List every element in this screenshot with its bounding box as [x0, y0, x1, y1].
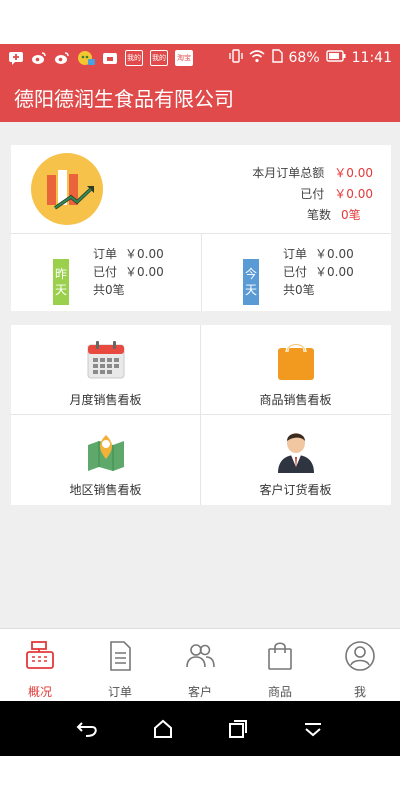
month-count-value: 0笔 — [341, 208, 361, 222]
message-plus-icon — [8, 51, 24, 65]
board-label: 月度销售看板 — [69, 393, 142, 407]
region-sales-board-button[interactable]: 地区销售看板 — [11, 415, 200, 504]
yesterday-paid-label: 已付 — [93, 265, 118, 279]
profile-icon — [343, 639, 377, 673]
notification-tag: 我的 — [150, 50, 168, 66]
wifi-icon — [248, 49, 265, 67]
today-order-label: 订单 — [283, 247, 308, 261]
people-icon — [183, 639, 217, 673]
recent-apps-icon[interactable] — [223, 714, 253, 744]
battery-percent: 68% — [288, 50, 320, 66]
cash-register-icon — [23, 639, 57, 673]
nav-products[interactable]: 商品 — [240, 629, 320, 701]
product-sales-board-button[interactable]: 商品销售看板 — [201, 325, 390, 414]
document-icon — [103, 639, 137, 673]
bag-icon — [263, 639, 297, 673]
status-bar: 我的 我的 淘宝 68% 11:41 — [0, 44, 400, 72]
nav-label: 我 — [353, 685, 366, 699]
sales-chart-logo-icon — [31, 153, 103, 225]
taobao-tag: 淘宝 — [175, 50, 193, 66]
nav-label: 订单 — [107, 685, 132, 699]
monthly-sales-board-button[interactable]: 月度销售看板 — [11, 325, 200, 414]
system-nav-bar — [0, 701, 400, 756]
today-summary[interactable]: 今天 订单 ￥0.00 已付 ￥0.00 共0笔 — [201, 245, 391, 305]
store-app-icon — [102, 51, 118, 65]
nav-customers[interactable]: 客户 — [160, 629, 240, 701]
shopping-bag-icon — [273, 337, 319, 383]
board-label: 地区销售看板 — [69, 483, 142, 497]
month-paid-label: 已付 — [300, 187, 325, 201]
month-total-value: ￥0.00 — [334, 166, 373, 180]
page-title: 德阳德润生食品有限公司 — [14, 86, 234, 111]
today-tag: 今天 — [243, 259, 259, 305]
summary-card: 本月订单总额 ￥0.00 已付 ￥0.00 笔数 0笔 昨天 订单 ￥0.00 已… — [11, 145, 391, 311]
yesterday-total: 共0笔 — [93, 283, 125, 297]
vibrate-icon — [228, 49, 243, 67]
nav-me[interactable]: 我 — [320, 629, 400, 701]
month-paid-value: ￥0.00 — [334, 187, 373, 201]
bottom-nav: 概况 订单 客户 商品 我 — [0, 628, 400, 701]
customer-avatar-icon — [273, 427, 319, 473]
month-total-label: 本月订单总额 — [252, 166, 325, 180]
yesterday-tag: 昨天 — [53, 259, 69, 305]
battery-icon — [325, 50, 346, 66]
nav-overview[interactable]: 概况 — [0, 629, 80, 701]
clock: 11:41 — [351, 50, 392, 66]
title-bar: 德阳德润生食品有限公司 — [0, 72, 400, 122]
weibo-icon — [54, 51, 70, 65]
today-paid-amount: ￥0.00 — [315, 265, 354, 279]
dashboard-grid: 月度销售看板 商品销售看板 地区销售看板 客户订货看板 — [11, 325, 391, 505]
yesterday-order-amount: ￥0.00 — [125, 247, 164, 261]
monthly-summary: 本月订单总额 ￥0.00 已付 ￥0.00 笔数 0笔 — [252, 163, 373, 226]
nav-label: 客户 — [187, 685, 212, 699]
weibo-icon — [31, 51, 47, 65]
back-icon[interactable] — [73, 714, 103, 744]
today-paid-label: 已付 — [283, 265, 308, 279]
today-order-amount: ￥0.00 — [315, 247, 354, 261]
notification-tag: 我的 — [125, 50, 143, 66]
nav-orders[interactable]: 订单 — [80, 629, 160, 701]
customer-order-board-button[interactable]: 客户订货看板 — [201, 415, 390, 504]
home-icon[interactable] — [148, 714, 178, 744]
hide-keyboard-icon[interactable] — [298, 714, 328, 744]
nav-label: 概况 — [27, 685, 52, 699]
yesterday-paid-amount: ￥0.00 — [125, 265, 164, 279]
month-count-label: 笔数 — [306, 208, 331, 222]
game-app-icon — [77, 50, 95, 66]
yesterday-order-label: 订单 — [93, 247, 118, 261]
board-label: 商品销售看板 — [259, 393, 332, 407]
today-total: 共0笔 — [283, 283, 315, 297]
board-label: 客户订货看板 — [259, 483, 332, 497]
yesterday-summary[interactable]: 昨天 订单 ￥0.00 已付 ￥0.00 共0笔 — [11, 245, 201, 305]
nav-label: 商品 — [267, 685, 292, 699]
calendar-icon — [83, 337, 129, 383]
map-pin-icon — [83, 427, 129, 473]
sim-icon — [271, 49, 283, 67]
